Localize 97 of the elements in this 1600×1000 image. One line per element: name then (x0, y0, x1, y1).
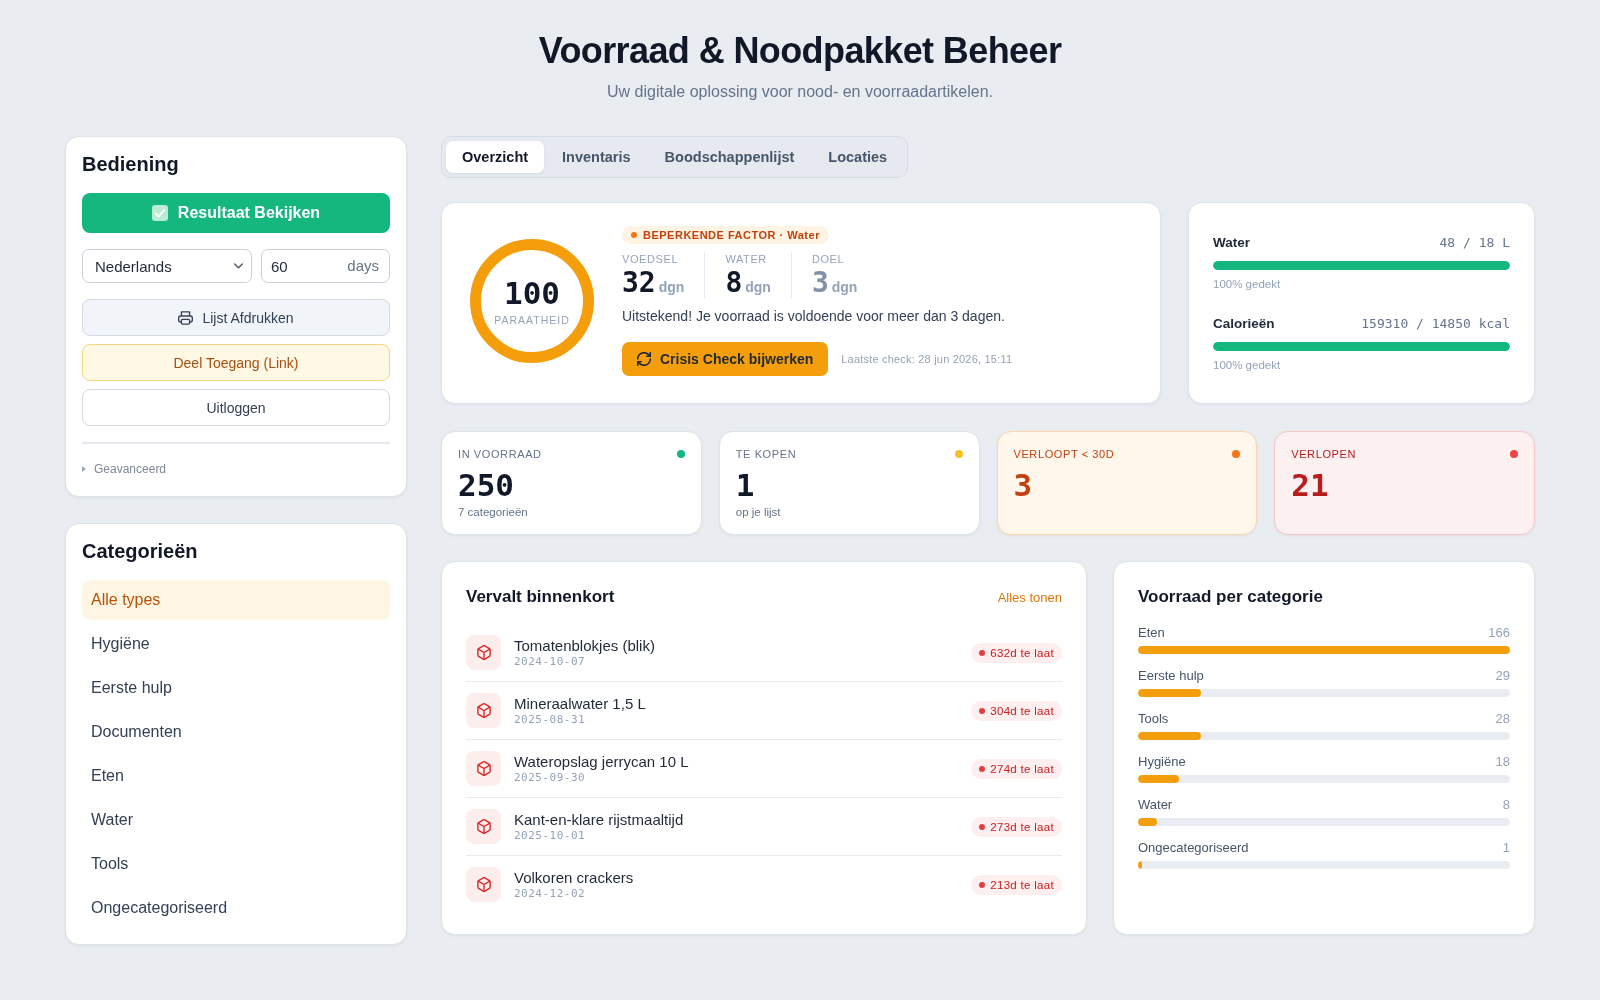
category-label: Ongecategoriseerd (1138, 840, 1249, 856)
category-label: Water (1138, 797, 1173, 813)
category-label: Eten (1138, 625, 1165, 641)
category-item[interactable]: Documenten (82, 712, 390, 752)
item-name: Volkoren crackers (514, 868, 634, 887)
overdue-text: 304d te laat (990, 704, 1054, 717)
category-item[interactable]: Hygiëne (82, 624, 390, 664)
stat-value: 32 (622, 268, 656, 298)
limiting-factor-text: BEPERKENDE FACTOR · Water (643, 229, 820, 241)
stat-value: 8 (725, 268, 743, 298)
checkmark-icon (151, 205, 168, 221)
stat-card-value: 1 (735, 467, 756, 503)
supply-amount: 159310 / 14850 kcal (1361, 315, 1510, 333)
section-title: Vervalt binnenkort (466, 586, 615, 608)
supply-label: Water (1213, 234, 1250, 252)
last-check-text: Laatste check: 28 jun 2026, 15:11 (841, 353, 1013, 365)
overdue-text: 632d te laat (990, 646, 1054, 659)
stat-card-label: IN VOORRAAD (458, 447, 542, 461)
item-date: 2025-08-31 (514, 713, 587, 727)
stat-label: DOEL (811, 252, 846, 266)
stat-card-label: VERLOPEN (1291, 447, 1356, 461)
item-name: Mineraalwater 1,5 L (514, 694, 646, 713)
category-count: 28 (1495, 711, 1510, 727)
category-item[interactable]: Water (82, 800, 390, 840)
coverage-text: 100% gedekt (1213, 358, 1282, 372)
overdue-text: 274d te laat (990, 762, 1054, 775)
unit-label: days (347, 257, 379, 275)
advanced-toggle[interactable]: Geavanceerd (82, 460, 167, 478)
stat-unit: dgn (658, 279, 685, 295)
stat-card-label: TE KOPEN (735, 447, 797, 461)
category-count: 1 (1502, 840, 1510, 856)
language-select[interactable]: Nederlands (82, 249, 252, 283)
stat-label: VOEDSEL (622, 252, 680, 266)
category-item[interactable]: Alle types (82, 580, 390, 620)
item-date: 2025-09-30 (514, 771, 587, 785)
category-item[interactable]: Ongecategoriseerd (82, 888, 390, 928)
action-button[interactable]: Deel Toegang (Link) (82, 344, 390, 381)
item-date: 2024-12-02 (514, 887, 587, 901)
status-dot-icon (979, 823, 986, 830)
overdue-text: 213d te laat (990, 878, 1054, 891)
stat-card-label: VERLOOPT < 30D (1013, 447, 1115, 461)
status-dot-icon (979, 765, 986, 772)
readiness-score: 100 (504, 276, 560, 310)
stat-card-value: 3 (1013, 467, 1034, 503)
cube-icon (466, 867, 501, 902)
refresh-icon (637, 352, 651, 366)
stat-unit: dgn (831, 279, 858, 295)
stat-card-note: 7 categorieën (458, 505, 529, 519)
tab[interactable]: Boodschappenlijst (648, 141, 811, 173)
status-dot-icon (979, 707, 986, 714)
supply-amount: 48 / 18 L (1439, 234, 1510, 252)
page-title: Voorraad & Noodpakket Beheer (537, 29, 1063, 73)
action-button[interactable]: Lijst Afdrukken (82, 299, 390, 336)
category-count: 29 (1495, 668, 1510, 684)
category-label: Hygiëne (1138, 754, 1186, 770)
tab[interactable]: Overzicht (446, 141, 545, 173)
page-subtitle: Uw digitale oplossing voor nood- en voorraadartikelen. (606, 82, 994, 102)
stat-card-value: 250 (458, 467, 515, 503)
item-date: 2025-10-01 (514, 829, 587, 843)
status-dot-icon (979, 881, 986, 888)
category-count: 8 (1502, 797, 1510, 813)
chevron-down-icon (234, 263, 243, 269)
stat-unit: dgn (745, 279, 771, 295)
stat-value: 3 (811, 268, 829, 298)
tab[interactable]: Locaties (812, 141, 904, 173)
cube-icon (466, 809, 501, 844)
category-item[interactable]: Eten (82, 756, 390, 796)
tab[interactable]: Inventaris (546, 141, 647, 173)
status-message: Uitstekend! Je voorraad is voldoende voor meer dan 3 dagen. (622, 307, 1005, 326)
cube-icon (466, 751, 501, 786)
action-button[interactable]: Uitloggen (82, 389, 390, 426)
status-dot-icon (631, 232, 637, 238)
supply-label: Calorieën (1213, 315, 1275, 333)
category-label: Eerste hulp (1138, 668, 1204, 684)
item-date: 2024-10-07 (514, 655, 587, 669)
item-name: Tomatenblokjes (blik) (514, 636, 655, 655)
cube-icon (466, 693, 501, 728)
coverage-text: 100% gedekt (1213, 277, 1282, 291)
panel-title: Bediening (82, 152, 180, 176)
section-title: Voorraad per categorie (1138, 586, 1324, 608)
printer-icon (178, 310, 194, 325)
cube-icon (466, 635, 501, 670)
overdue-text: 273d te laat (990, 820, 1054, 833)
stat-label: WATER (725, 252, 768, 266)
category-count: 166 (1488, 625, 1510, 641)
stat-card-value: 21 (1291, 467, 1330, 503)
category-item[interactable]: Tools (82, 844, 390, 884)
category-label: Tools (1138, 711, 1169, 727)
category-count: 18 (1495, 754, 1510, 770)
crisis-check-button[interactable]: Crisis Check bijwerken (622, 342, 829, 376)
status-dot-icon (979, 649, 986, 656)
category-item[interactable]: Eerste hulp (82, 668, 390, 708)
panel-title: Categorieën (82, 539, 199, 563)
item-name: Wateropslag jerrycan 10 L (514, 752, 689, 771)
readiness-label: PARAATHEID (494, 314, 570, 326)
stat-card-note: op je lijst (735, 505, 782, 519)
item-name: Kant-en-klare rijstmaaltijd (514, 810, 684, 829)
